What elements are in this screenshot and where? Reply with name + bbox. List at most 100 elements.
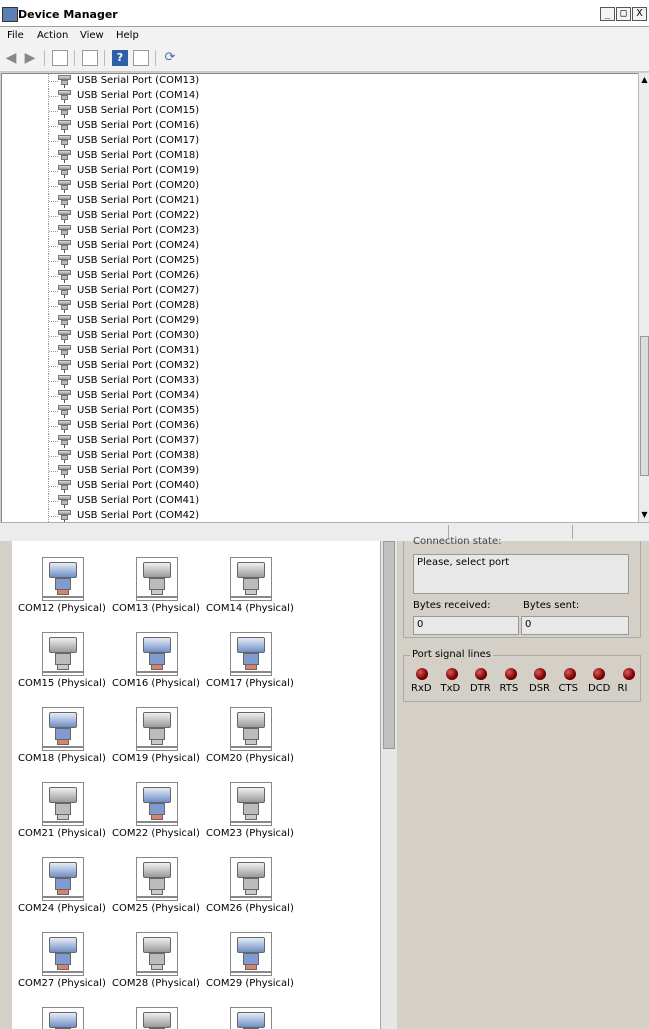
- com-port-item[interactable]: COM15 (Physical): [18, 616, 108, 689]
- close-button[interactable]: X: [632, 7, 647, 21]
- com-port-item[interactable]: COM21 (Physical): [18, 766, 108, 839]
- port-list[interactable]: COM12 (Physical) COM13 (Physical) COM14 (P…: [12, 541, 380, 1029]
- tree-item[interactable]: USB Serial Port (COM15): [2, 104, 602, 119]
- com-port-item[interactable]: COM14 (Physical): [206, 541, 296, 614]
- serial-port-icon: [58, 270, 71, 283]
- signal-label: RI: [617, 683, 628, 694]
- scroll-down-icon[interactable]: ▼: [640, 510, 649, 520]
- signal-led-icon: [563, 668, 576, 680]
- serial-port-icon: [58, 390, 71, 403]
- maximize-button[interactable]: □: [616, 7, 631, 21]
- menu-file[interactable]: File: [7, 30, 24, 41]
- scan-hardware-icon[interactable]: ⟳: [162, 50, 178, 66]
- com-port-label: COM22 (Physical): [112, 828, 200, 839]
- serial-port-icon: [58, 510, 71, 523]
- scroll-up-icon[interactable]: ▲: [640, 75, 649, 85]
- tree-item-label: USB Serial Port (COM16): [77, 120, 200, 131]
- com-port-item[interactable]: COM29 (Physical): [206, 916, 296, 989]
- menu-help[interactable]: Help: [116, 30, 139, 41]
- menu-view[interactable]: View: [80, 30, 104, 41]
- signal-led-icon: [445, 668, 458, 680]
- scrollbar-thumb[interactable]: [383, 541, 395, 749]
- tree-item[interactable]: USB Serial Port (COM37): [2, 434, 602, 449]
- tree-item[interactable]: USB Serial Port (COM22): [2, 209, 602, 224]
- com-port-item[interactable]: COM26 (Physical): [206, 841, 296, 914]
- tree-item[interactable]: USB Serial Port (COM25): [2, 254, 602, 269]
- tree-item[interactable]: USB Serial Port (COM18): [2, 149, 602, 164]
- tree-item[interactable]: USB Serial Port (COM17): [2, 134, 602, 149]
- com-port-item[interactable]: COM16 (Physical): [112, 616, 202, 689]
- device-tree[interactable]: USB Serial Port (COM13) USB Serial Port (…: [1, 73, 640, 524]
- scrollbar-thumb[interactable]: [640, 336, 649, 476]
- serial-port-icon: [58, 360, 71, 373]
- com-port-item[interactable]: COM19 (Physical): [112, 691, 202, 764]
- tree-scrollbar[interactable]: ▲ ▼: [638, 73, 649, 522]
- com-port-item[interactable]: [18, 991, 108, 1029]
- com-port-item[interactable]: [206, 991, 296, 1029]
- tree-item[interactable]: USB Serial Port (COM13): [2, 74, 602, 89]
- tree-item[interactable]: USB Serial Port (COM31): [2, 344, 602, 359]
- com-port-item[interactable]: COM25 (Physical): [112, 841, 202, 914]
- forward-arrow-icon[interactable]: ▶: [22, 50, 38, 66]
- tree-line: [49, 246, 58, 247]
- tree-item[interactable]: USB Serial Port (COM24): [2, 239, 602, 254]
- serial-port-icon: [230, 1007, 272, 1029]
- serial-port-icon: [58, 450, 71, 463]
- tree-item[interactable]: USB Serial Port (COM28): [2, 299, 602, 314]
- com-port-label: COM20 (Physical): [206, 753, 294, 764]
- serial-port-icon: [58, 285, 71, 298]
- show-hide-tree-icon[interactable]: [52, 50, 68, 66]
- view-icon[interactable]: [133, 50, 149, 66]
- tree-item[interactable]: USB Serial Port (COM16): [2, 119, 602, 134]
- tree-item-label: USB Serial Port (COM31): [77, 345, 200, 356]
- port-list-scrollbar[interactable]: [380, 541, 397, 1029]
- serial-port-icon: [58, 480, 71, 493]
- com-port-label: COM15 (Physical): [18, 678, 106, 689]
- com-port-item[interactable]: COM17 (Physical): [206, 616, 296, 689]
- tree-item[interactable]: USB Serial Port (COM38): [2, 449, 602, 464]
- tree-item-label: USB Serial Port (COM42): [77, 510, 200, 521]
- tree-item[interactable]: USB Serial Port (COM23): [2, 224, 602, 239]
- tree-item[interactable]: USB Serial Port (COM36): [2, 419, 602, 434]
- com-port-item[interactable]: COM23 (Physical): [206, 766, 296, 839]
- tree-item[interactable]: USB Serial Port (COM40): [2, 479, 602, 494]
- com-port-item[interactable]: COM27 (Physical): [18, 916, 108, 989]
- signal-label: DCD: [588, 683, 611, 694]
- tree-item[interactable]: USB Serial Port (COM39): [2, 464, 602, 479]
- serial-port-icon: [58, 315, 71, 328]
- properties-icon[interactable]: [82, 50, 98, 66]
- tree-item[interactable]: USB Serial Port (COM21): [2, 194, 602, 209]
- com-port-label: COM19 (Physical): [112, 753, 200, 764]
- tree-item[interactable]: USB Serial Port (COM35): [2, 404, 602, 419]
- tree-item[interactable]: USB Serial Port (COM33): [2, 374, 602, 389]
- tree-item[interactable]: USB Serial Port (COM19): [2, 164, 602, 179]
- com-port-item[interactable]: COM18 (Physical): [18, 691, 108, 764]
- com-port-label: COM16 (Physical): [112, 678, 200, 689]
- com-port-item[interactable]: COM13 (Physical): [112, 541, 202, 614]
- serial-port-icon: [58, 135, 71, 148]
- menu-action[interactable]: Action: [37, 30, 68, 41]
- toolbar-separator: [44, 50, 45, 66]
- back-arrow-icon[interactable]: ◀: [3, 50, 19, 66]
- com-port-item[interactable]: COM20 (Physical): [206, 691, 296, 764]
- tree-item[interactable]: USB Serial Port (COM32): [2, 359, 602, 374]
- com-port-item[interactable]: COM22 (Physical): [112, 766, 202, 839]
- tree-item[interactable]: USB Serial Port (COM26): [2, 269, 602, 284]
- tree-item[interactable]: USB Serial Port (COM20): [2, 179, 602, 194]
- tree-item[interactable]: USB Serial Port (COM29): [2, 314, 602, 329]
- com-port-item[interactable]: COM28 (Physical): [112, 916, 202, 989]
- tree-item[interactable]: USB Serial Port (COM34): [2, 389, 602, 404]
- com-port-item[interactable]: COM24 (Physical): [18, 841, 108, 914]
- tree-item-label: USB Serial Port (COM24): [77, 240, 200, 251]
- tree-line: [49, 501, 58, 502]
- serial-port-icon: [230, 632, 272, 676]
- tree-item[interactable]: USB Serial Port (COM30): [2, 329, 602, 344]
- minimize-button[interactable]: _: [600, 7, 615, 21]
- tree-item[interactable]: USB Serial Port (COM41): [2, 494, 602, 509]
- com-port-item[interactable]: COM12 (Physical): [18, 541, 108, 614]
- tree-item[interactable]: USB Serial Port (COM27): [2, 284, 602, 299]
- com-port-item[interactable]: [112, 991, 202, 1029]
- tree-item[interactable]: USB Serial Port (COM14): [2, 89, 602, 104]
- signal-led-icon: [416, 668, 428, 680]
- help-icon[interactable]: ?: [112, 50, 128, 66]
